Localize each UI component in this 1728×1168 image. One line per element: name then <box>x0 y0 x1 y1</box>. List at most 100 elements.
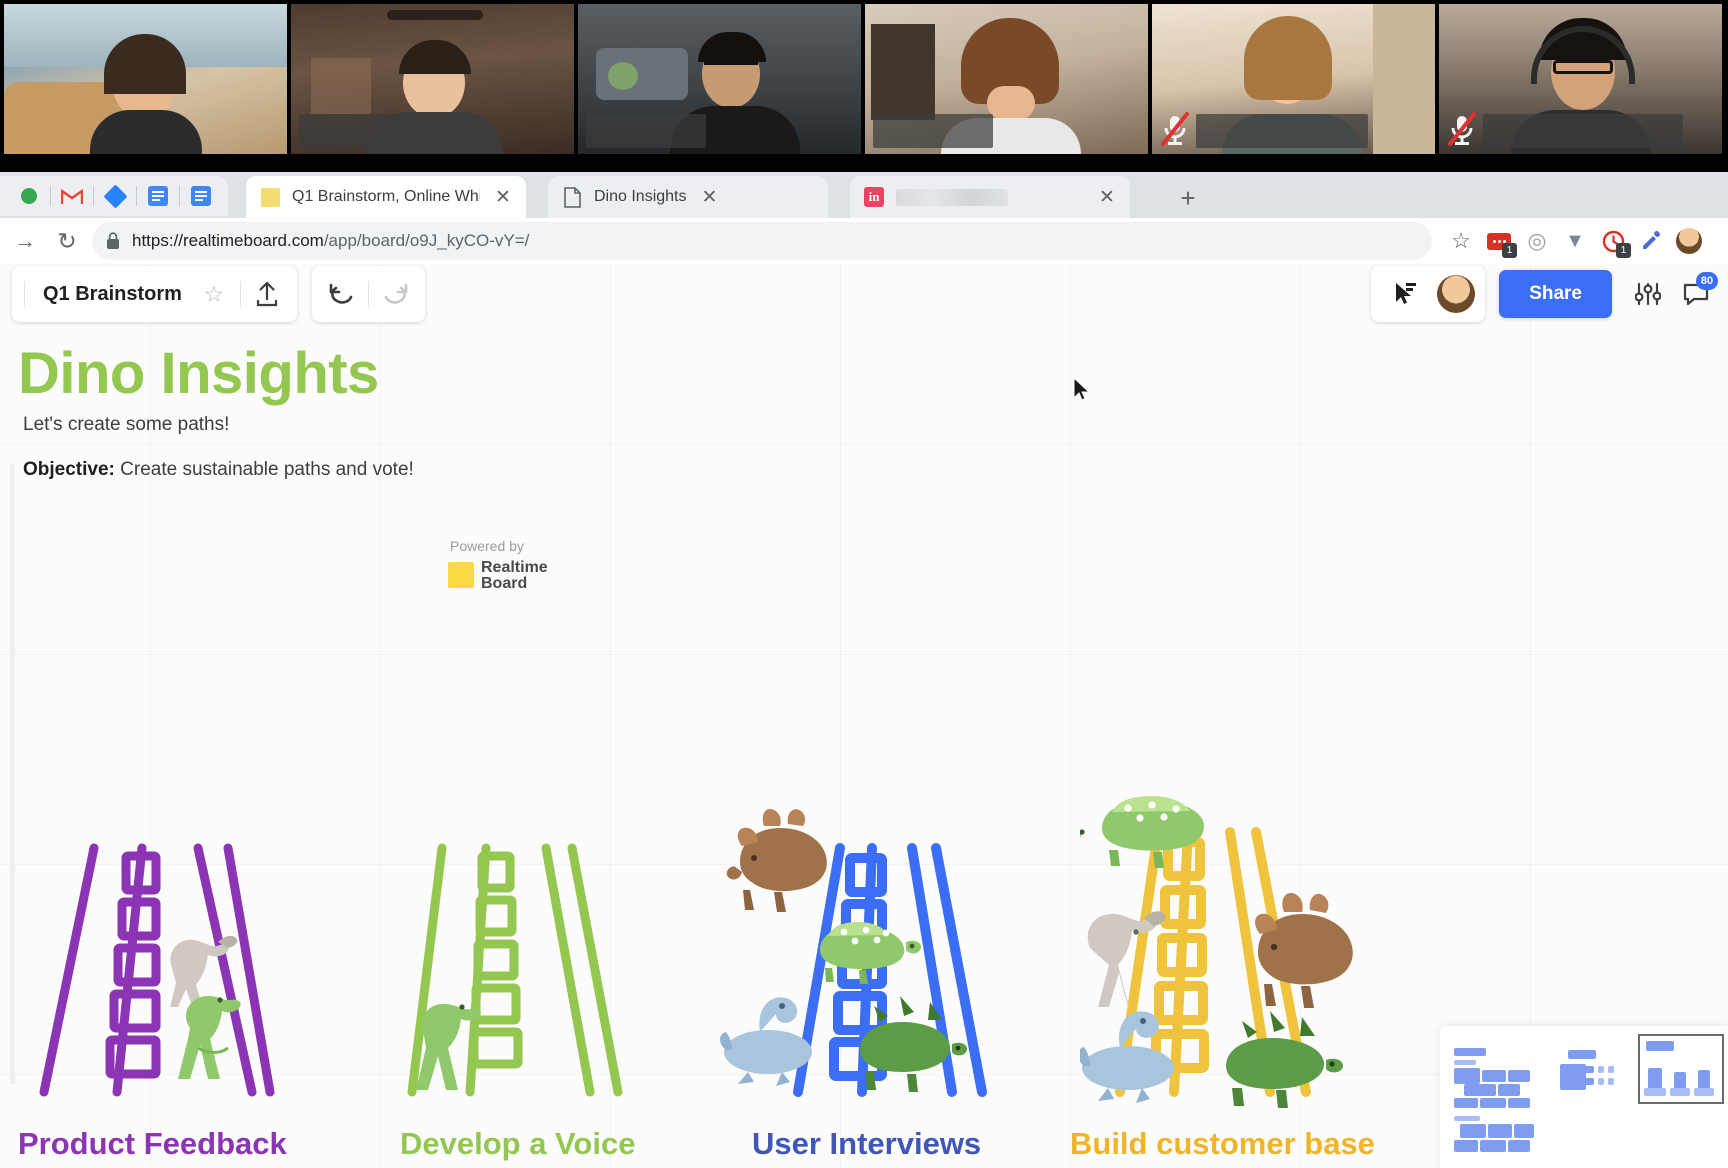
ladder-product-feedback[interactable] <box>22 840 322 1110</box>
canvas-left-frame-edge <box>10 464 15 1084</box>
minimap-block <box>1480 1140 1506 1152</box>
video-tile-1[interactable] <box>4 4 287 154</box>
favorite-star-icon[interactable]: ☆ <box>192 272 236 316</box>
ladder-graphic <box>1062 796 1353 1108</box>
ladder-label-develop-a-voice[interactable]: Develop a Voice <box>400 1126 635 1162</box>
gmail-icon[interactable] <box>55 179 89 213</box>
tab-close-button[interactable]: ✕ <box>490 184 516 210</box>
video-tile-6[interactable] <box>1439 4 1722 154</box>
extension-badge: 1 <box>1502 243 1517 258</box>
url-text: https://realtimeboard.com/app/board/o9J_… <box>132 231 529 251</box>
minimap-block <box>1464 1084 1496 1096</box>
minimap-block <box>1694 1088 1714 1096</box>
comments-icon[interactable]: 80 <box>1672 270 1720 318</box>
screen-recorder-extension-icon[interactable]: 1 <box>1480 222 1518 260</box>
tab-invision[interactable]: in ✕ <box>850 176 1130 218</box>
ladder-label-product-feedback[interactable]: Product Feedback <box>18 1126 287 1162</box>
board-heading[interactable]: Dino Insights <box>18 340 379 407</box>
video-tile-5[interactable] <box>1152 4 1435 154</box>
sticky-note-icon <box>260 187 280 207</box>
participant-name-5 <box>1196 114 1368 148</box>
tab-q1-brainstorm[interactable]: Q1 Brainstorm, Online Whitebo ✕ <box>246 176 526 218</box>
ladder-graphic <box>720 808 987 1097</box>
tab-close-button[interactable]: ✕ <box>697 184 723 210</box>
browser-omnibar: → ↻ https://realtimeboard.com/app/board/… <box>0 218 1728 264</box>
target-extension-icon[interactable]: ◎ <box>1518 222 1556 260</box>
video-tile-2[interactable] <box>291 4 574 154</box>
participant-name-2 <box>299 114 419 148</box>
ladder-label-build-customer-base[interactable]: Build customer base <box>1070 1126 1375 1162</box>
redo-button[interactable] <box>373 272 417 316</box>
jira-icon[interactable] <box>98 179 132 213</box>
participant-name-6 <box>1483 114 1683 148</box>
undo-button[interactable] <box>320 272 364 316</box>
microphone-muted-icon <box>1448 112 1476 146</box>
profile-status-icon[interactable] <box>12 179 46 213</box>
dino-stegosaurus <box>1226 1011 1343 1108</box>
participant-glasses-3 <box>704 62 758 70</box>
minimap-block <box>1482 1070 1506 1082</box>
divider <box>50 186 51 206</box>
ladder-user-interviews[interactable] <box>720 800 1020 1110</box>
tab-title-blurred <box>896 188 1008 206</box>
new-tab-button[interactable]: + <box>1172 182 1204 214</box>
video-tile-3[interactable] <box>578 4 861 154</box>
profile-avatar-icon[interactable] <box>1670 222 1708 260</box>
comments-badge: 80 <box>1696 272 1718 290</box>
tab-title: Dino Insights <box>594 188 687 205</box>
board-title[interactable]: Q1 Brainstorm <box>29 283 192 306</box>
video-plant-3 <box>608 62 638 90</box>
collaborator-avatar[interactable] <box>1437 275 1476 313</box>
mouse-cursor <box>1073 377 1089 401</box>
forward-button[interactable]: → <box>4 220 46 262</box>
board-objective[interactable]: Objective: Create sustainable paths and … <box>23 459 414 481</box>
board-minimap[interactable] <box>1440 1026 1728 1168</box>
share-button[interactable]: Share <box>1499 270 1612 318</box>
browser-tabstrip: Q1 Brainstorm, Online Whitebo ✕ Dino Ins… <box>0 172 1728 218</box>
video-shelf-4 <box>871 24 935 120</box>
ladder-label-user-interviews[interactable]: User Interviews <box>752 1126 981 1162</box>
board-subtitle[interactable]: Let's create some paths! <box>23 414 229 436</box>
minimap-block <box>1514 1124 1534 1138</box>
bookmark-star-icon[interactable]: ☆ <box>1442 222 1480 260</box>
video-light-2 <box>311 58 371 114</box>
minimap-block <box>1454 1140 1478 1152</box>
ladder-graphic <box>407 843 623 1097</box>
invision-icon: in <box>864 187 884 207</box>
video-tile-4[interactable] <box>865 4 1148 154</box>
url-bar[interactable]: https://realtimeboard.com/app/board/o9J_… <box>92 222 1432 260</box>
tab-close-button[interactable]: ✕ <box>1094 184 1120 210</box>
minimap-block <box>1644 1088 1666 1096</box>
tab-title: Q1 Brainstorm, Online Whitebo <box>292 188 480 205</box>
dino-trex <box>178 996 241 1079</box>
settings-sliders-icon[interactable] <box>1624 270 1672 318</box>
divider <box>24 281 25 307</box>
dino-parasaurolophus <box>1087 911 1166 1007</box>
ladder-develop-a-voice[interactable] <box>400 840 660 1110</box>
url-host: https://realtimeboard.com <box>132 231 324 250</box>
funnel-extension-icon[interactable]: ▼ <box>1556 222 1594 260</box>
video-wall-5 <box>1373 4 1435 154</box>
clock-extension-icon[interactable]: 1 <box>1594 222 1632 260</box>
eyedropper-extension-icon[interactable] <box>1632 222 1670 260</box>
minimap-block <box>1454 1068 1480 1084</box>
google-docs-icon[interactable] <box>141 179 175 213</box>
timer-icon[interactable] <box>1720 270 1728 318</box>
google-docs-2-icon[interactable] <box>184 179 218 213</box>
reload-button[interactable]: ↻ <box>46 220 88 262</box>
cursor-pointer-icon[interactable] <box>1381 270 1429 318</box>
ladder-build-customer-base[interactable] <box>1062 780 1420 1110</box>
objective-text: Create sustainable paths and vote! <box>114 459 414 480</box>
tab-dino-insights[interactable]: Dino Insights ✕ <box>548 176 828 218</box>
presence-card <box>1371 266 1486 322</box>
dino-plesiosaur <box>1078 1011 1174 1103</box>
whiteboard-canvas[interactable]: Dino Insights Let's create some paths! O… <box>0 264 1728 1168</box>
export-upload-icon[interactable] <box>245 272 289 316</box>
objective-label: Objective: <box>23 459 115 480</box>
browser-chrome: Q1 Brainstorm, Online Whitebo ✕ Dino Ins… <box>0 172 1728 442</box>
minimap-block <box>1508 1140 1530 1152</box>
lock-icon <box>107 232 119 249</box>
participant-hands-4 <box>987 86 1035 120</box>
minimap-viewport[interactable] <box>1638 1034 1724 1104</box>
divider <box>136 186 137 206</box>
